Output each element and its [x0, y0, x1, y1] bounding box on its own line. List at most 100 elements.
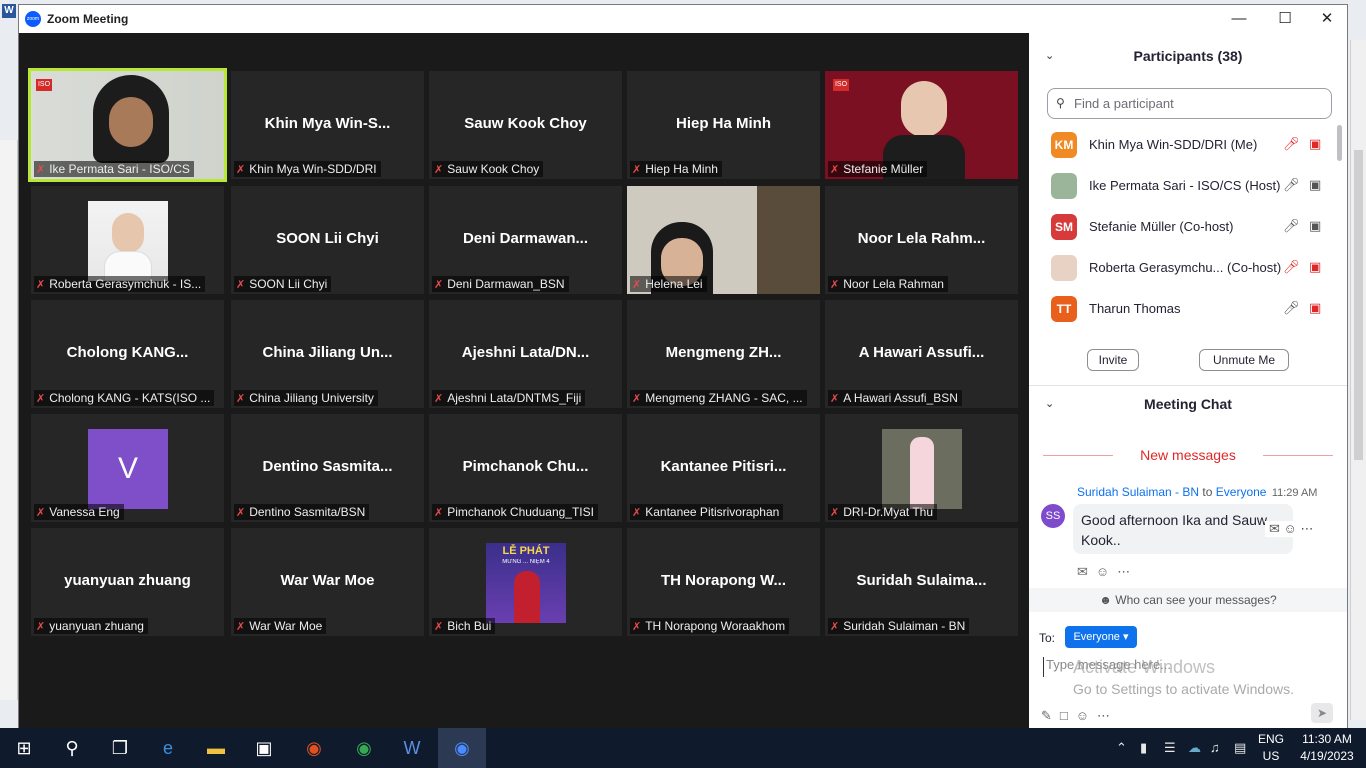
participant-name: SOON Lii Chyi	[249, 277, 328, 291]
emoji-icon[interactable]: ☺	[1076, 708, 1097, 723]
video-tile[interactable]: yuanyuan zhuang ✗ yuanyuan zhuang	[31, 528, 224, 636]
recipient-dropdown[interactable]: Everyone ▾	[1065, 626, 1137, 648]
video-tile[interactable]: Dentino Sasmita... ✗ Dentino Sasmita/BSN	[231, 414, 424, 522]
store-icon[interactable]: ▣	[240, 728, 288, 768]
lang-code: ENG	[1258, 732, 1285, 746]
video-tile[interactable]: TH Norapong W... ✗ TH Norapong Woraakhom	[627, 528, 820, 636]
word-taskbar-icon[interactable]: W	[388, 728, 436, 768]
mic-icon[interactable]: 🎤︎	[1283, 300, 1300, 316]
show-hidden-icons[interactable]: ⌃	[1116, 740, 1127, 756]
reply-thread-icon[interactable]: ✉	[1077, 564, 1096, 579]
file-explorer-icon[interactable]: ▬	[192, 728, 240, 768]
task-view-icon[interactable]: ❐	[96, 728, 144, 768]
iso-logo: ISO	[36, 79, 52, 91]
more-icon[interactable]: ⋯	[1300, 521, 1313, 536]
maximize-button[interactable]: ☐	[1265, 7, 1305, 31]
video-tile[interactable]: War War Moe ✗ War War Moe	[231, 528, 424, 636]
visibility-info[interactable]: ☻ Who can see your messages?	[1029, 588, 1347, 612]
powerpoint-icon[interactable]: ◉	[290, 728, 338, 768]
file-icon[interactable]: □	[1060, 708, 1076, 723]
video-tile[interactable]: Hiep Ha Minh ✗ Hiep Ha Minh	[627, 71, 820, 179]
video-tile[interactable]: Pimchanok Chu... ✗ Pimchanok Chuduang_TISI	[429, 414, 622, 522]
start-icon[interactable]: ⊞	[0, 728, 48, 768]
mic-muted-icon[interactable]: 🎤︎	[1283, 136, 1300, 152]
participant-name-label: ✗ Mengmeng ZHANG - SAC, ...	[630, 390, 807, 406]
camera-off-icon[interactable]: ▣	[1309, 136, 1321, 152]
camera-off-icon[interactable]: ▣	[1309, 259, 1321, 275]
participant-name: DRI-Dr.Myat Thu	[843, 505, 934, 519]
video-tile[interactable]: LỄ PHÁT MỪNG ... NIỆM 4 ✗ Bich Bui	[429, 528, 622, 636]
clock-date: 4/19/2023	[1300, 749, 1354, 763]
message-bubble: Good afternoon Ika and Sauw Kook..	[1073, 504, 1293, 554]
onedrive-icon[interactable]: ☁	[1188, 740, 1201, 756]
participant-list-name: Stefanie Müller (Co-host)	[1089, 219, 1234, 234]
chevron-down-icon: ▾	[1123, 631, 1129, 643]
participant-search-input[interactable]: ⚲ Find a participant	[1047, 88, 1332, 119]
word-scrollbar[interactable]	[1350, 40, 1366, 720]
video-tile[interactable]: ✗ Helena Lei	[627, 186, 820, 294]
video-tile[interactable]: Kantanee Pitisri... ✗ Kantanee Pitisrivora…	[627, 414, 820, 522]
video-tile[interactable]: V ✗ Vanessa Eng	[31, 414, 224, 522]
participant-row[interactable]: Ike Permata Sari - ISO/CS (Host) 🎤︎ ▣	[1029, 166, 1347, 206]
add-reaction-icon[interactable]: ☺	[1096, 564, 1117, 579]
camera-off-icon[interactable]: ▣	[1309, 300, 1321, 316]
participants-scrollbar[interactable]	[1337, 125, 1342, 161]
emoji-icon[interactable]: ☺	[1284, 521, 1297, 536]
participant-row[interactable]: KM Khin Mya Win-SDD/DRI (Me) 🎤︎ ▣	[1029, 125, 1347, 165]
search-icon[interactable]: ⚲	[48, 728, 96, 768]
participant-name: Pimchanok Chuduang_TISI	[447, 505, 594, 519]
sender-name[interactable]: Suridah Sulaiman - BN	[1077, 485, 1199, 499]
who-can-see-text[interactable]: Who can see your messages?	[1115, 593, 1276, 607]
participant-display-name: Noor Lela Rahm...	[857, 230, 986, 247]
send-icon[interactable]: ➤	[1311, 703, 1333, 723]
unmute-me-button[interactable]: Unmute Me	[1199, 349, 1289, 371]
video-tile[interactable]: SOON Lii Chyi ✗ SOON Lii Chyi	[231, 186, 424, 294]
minimize-button[interactable]: —	[1219, 7, 1259, 31]
video-tile[interactable]: Cholong KANG... ✗ Cholong KANG - KATS(ISO …	[31, 300, 224, 408]
video-tile[interactable]: ✗ Roberta Gerasymchuk - IS...	[31, 186, 224, 294]
video-tile[interactable]: Ajeshni Lata/DN... ✗ Ajeshni Lata/DNTMS_Fi…	[429, 300, 622, 408]
scroll-thumb[interactable]	[1354, 150, 1363, 460]
chrome-icon[interactable]: ◉	[340, 728, 388, 768]
participant-row[interactable]: SM Stefanie Müller (Co-host) 🎤︎ ▣	[1029, 207, 1347, 247]
video-tile[interactable]: Suridah Sulaima... ✗ Suridah Sulaiman - BN	[825, 528, 1018, 636]
volume-icon[interactable]: ♫	[1210, 740, 1220, 755]
video-tile[interactable]: ✗ DRI-Dr.Myat Thu	[825, 414, 1018, 522]
close-button[interactable]: ✕	[1307, 7, 1347, 31]
participant-row[interactable]: TT Tharun Thomas 🎤︎ ▣	[1029, 289, 1347, 329]
participant-row[interactable]: Roberta Gerasymchu... (Co-host) 🎤︎ ▣	[1029, 248, 1347, 288]
video-tile[interactable]: Khin Mya Win-S... ✗ Khin Mya Win-SDD/DRI	[231, 71, 424, 179]
mic-muted-icon[interactable]: 🎤︎	[1283, 259, 1300, 275]
video-tile[interactable]: ISO ✗ Ike Permata Sari - ISO/CS	[28, 68, 227, 182]
word-icon: W	[2, 4, 16, 18]
video-tile[interactable]: ISO ✗ Stefanie Müller	[825, 71, 1018, 179]
more-icon[interactable]: ⋯	[1097, 708, 1118, 723]
mic-muted-icon: ✗	[236, 279, 246, 291]
edge-icon[interactable]: e	[144, 728, 192, 768]
photo-person	[910, 437, 934, 509]
reply-icon[interactable]: ✉	[1269, 521, 1280, 536]
zoom-taskbar-icon[interactable]: ◉	[438, 728, 486, 768]
video-tile[interactable]: A Hawari Assufi... ✗ A Hawari Assufi_BSN	[825, 300, 1018, 408]
format-icon[interactable]: ✎	[1041, 708, 1060, 723]
more-icon[interactable]: ⋯	[1117, 564, 1138, 579]
mic-icon[interactable]: 🎤︎	[1283, 218, 1300, 234]
title-bar: zoom Zoom Meeting — ☐ ✕	[19, 5, 1347, 33]
mic-icon[interactable]: 🎤︎	[1283, 177, 1300, 193]
video-tile[interactable]: China Jiliang Un... ✗ China Jiliang Univer…	[231, 300, 424, 408]
collapse-chevron-icon[interactable]: ⌄	[1045, 385, 1054, 423]
battery-icon[interactable]: ▮	[1140, 740, 1147, 756]
video-tile[interactable]: Mengmeng ZH... ✗ Mengmeng ZHANG - SAC, ...	[627, 300, 820, 408]
collapse-chevron-icon[interactable]: ⌄	[1045, 37, 1054, 75]
mic-muted-icon: ✗	[632, 279, 642, 291]
camera-icon[interactable]: ▣	[1309, 218, 1321, 234]
camera-icon[interactable]: ▣	[1309, 177, 1321, 193]
video-tile[interactable]: Noor Lela Rahm... ✗ Noor Lela Rahman	[825, 186, 1018, 294]
video-tile[interactable]: Sauw Kook Choy ✗ Sauw Kook Choy	[429, 71, 622, 179]
invite-button[interactable]: Invite	[1087, 349, 1139, 371]
network-icon[interactable]: ☰	[1164, 740, 1176, 756]
language-indicator[interactable]: ENG US	[1258, 731, 1284, 765]
video-tile[interactable]: Deni Darmawan... ✗ Deni Darmawan_BSN	[429, 186, 622, 294]
clock[interactable]: 11:30 AM 4/19/2023	[1292, 731, 1362, 765]
notification-icon[interactable]: ▤	[1234, 740, 1246, 756]
